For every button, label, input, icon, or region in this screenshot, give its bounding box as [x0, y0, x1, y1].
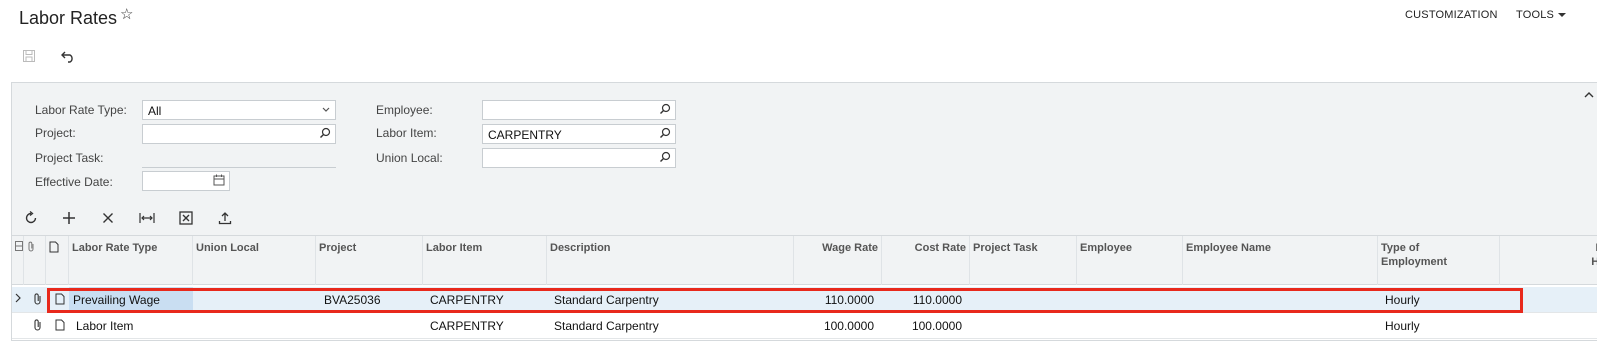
cell-labor-rate-type[interactable]: Labor Item — [72, 313, 193, 338]
row-selector-header-icon[interactable] — [12, 236, 24, 285]
col-employee[interactable]: Employee — [1077, 236, 1183, 285]
chevron-down-icon — [1558, 13, 1567, 18]
cell-labor-item[interactable]: CARPENTRY — [426, 287, 547, 312]
calendar-icon[interactable] — [213, 174, 225, 189]
chevron-up-icon[interactable] — [1583, 87, 1595, 105]
upload-icon[interactable] — [214, 208, 236, 228]
employee-label: Employee: — [376, 103, 433, 117]
cell-employee-name[interactable] — [1183, 287, 1378, 312]
effective-date-input[interactable] — [142, 171, 230, 191]
favorite-star-icon[interactable]: ☆ — [120, 5, 133, 23]
col-labor-item[interactable]: Labor Item — [423, 236, 547, 285]
cell-employee[interactable] — [1077, 287, 1183, 312]
cell-type-of-employment[interactable]: Hourly — [1381, 313, 1500, 338]
effective-date-label: Effective Date: — [35, 175, 113, 189]
chevron-down-icon — [321, 103, 331, 118]
cell-cost-rate[interactable]: 100.0000 — [882, 313, 966, 338]
col-project-task[interactable]: Project Task — [970, 236, 1077, 285]
note-icon[interactable] — [52, 287, 68, 312]
search-icon[interactable] — [319, 127, 331, 142]
cell-employee-name[interactable] — [1183, 313, 1378, 338]
employee-input[interactable] — [482, 100, 676, 120]
fit-columns-icon[interactable] — [136, 208, 158, 228]
col-regular-hours-line3: we — [1503, 269, 1597, 283]
filter-panel: Labor Rate Type: All Project: Project Ta… — [11, 82, 1597, 200]
cell-type-of-employment[interactable]: Hourly — [1381, 287, 1500, 312]
col-employee-name[interactable]: Employee Name — [1183, 236, 1378, 285]
title-bar: Labor Rates ☆ CUSTOMIZATION TOOLS — [0, 0, 1597, 38]
customization-menu[interactable]: CUSTOMIZATION — [1405, 9, 1498, 21]
col-description[interactable]: Description — [547, 236, 794, 285]
tools-menu[interactable]: TOOLS — [1516, 9, 1567, 21]
labor-rate-type-label: Labor Rate Type: — [35, 103, 127, 117]
note-icon[interactable] — [52, 313, 68, 338]
col-regular-hours-line1: Regu — [1503, 241, 1597, 255]
undo-icon[interactable] — [56, 44, 80, 68]
search-icon[interactable] — [659, 103, 671, 118]
attachment-header-icon — [24, 236, 46, 285]
cell-wage-rate[interactable]: 110.0000 — [794, 287, 878, 312]
labor-rate-type-select[interactable]: All — [142, 100, 336, 120]
cell-description[interactable]: Standard Carpentry — [550, 313, 794, 338]
grid-bottom-border — [11, 340, 1597, 341]
export-excel-icon[interactable] — [175, 208, 197, 228]
labor-item-label: Labor Item: — [376, 126, 437, 140]
grid-header: Labor Rate Type Union Local Project Labo… — [12, 235, 1597, 285]
cell-union-local[interactable] — [193, 287, 316, 312]
cell-project-task[interactable] — [970, 287, 1077, 312]
cell-cost-rate[interactable]: 110.0000 — [882, 287, 966, 312]
labor-rate-type-value: All — [148, 104, 162, 118]
cell-union-local[interactable] — [193, 313, 316, 338]
cell-project-task[interactable] — [970, 313, 1077, 338]
cell-project[interactable]: BVA25036 — [320, 287, 423, 312]
col-wage-rate[interactable]: Wage Rate — [794, 236, 882, 285]
col-union-local[interactable]: Union Local — [193, 236, 316, 285]
col-type-of-employment[interactable]: Type of Employment — [1378, 236, 1500, 285]
labor-rates-grid: Labor Rate Type Union Local Project Labo… — [11, 235, 1597, 341]
attachment-icon[interactable] — [30, 287, 46, 312]
union-local-input[interactable] — [482, 148, 676, 168]
cell-employee[interactable] — [1077, 313, 1183, 338]
add-row-icon[interactable] — [58, 208, 80, 228]
cell-labor-rate-type[interactable]: Prevailing Wage — [69, 287, 193, 312]
col-project[interactable]: Project — [316, 236, 423, 285]
cell-description[interactable]: Standard Carpentry — [550, 287, 794, 312]
col-labor-rate-type[interactable]: Labor Rate Type — [69, 236, 193, 285]
table-row[interactable]: Labor Item CARPENTRY Standard Carpentry … — [12, 313, 1597, 339]
labor-item-input[interactable]: CARPENTRY — [482, 124, 676, 144]
cell-wage-rate[interactable]: 100.0000 — [794, 313, 878, 338]
delete-row-icon[interactable] — [97, 208, 119, 228]
search-icon[interactable] — [659, 151, 671, 166]
col-type-of-employment-line2: Employment — [1381, 256, 1448, 268]
tools-menu-label: TOOLS — [1516, 9, 1555, 21]
search-icon[interactable] — [659, 127, 671, 142]
cell-project[interactable] — [320, 313, 423, 338]
union-local-label: Union Local: — [376, 151, 443, 165]
cell-labor-item[interactable]: CARPENTRY — [426, 313, 547, 338]
save-icon[interactable] — [17, 44, 41, 68]
page-title: Labor Rates — [19, 8, 118, 28]
attachment-icon[interactable] — [30, 313, 46, 338]
col-regular-hours-line2: Hours — [1591, 256, 1597, 268]
table-row[interactable]: Prevailing Wage BVA25036 CARPENTRY Stand… — [12, 287, 1597, 313]
col-type-of-employment-line1: Type of — [1381, 242, 1420, 254]
col-cost-rate[interactable]: Cost Rate — [882, 236, 970, 285]
project-task-label: Project Task: — [35, 151, 104, 165]
note-header-icon — [46, 236, 69, 285]
labor-item-value: CARPENTRY — [488, 128, 562, 142]
row-expand-chevron-icon[interactable] — [12, 287, 24, 312]
project-input[interactable] — [142, 124, 336, 144]
col-regular-hours[interactable]: Regu Hours we — [1500, 236, 1597, 285]
grid-toolbar — [11, 200, 1597, 236]
project-task-field — [142, 167, 336, 168]
project-label: Project: — [35, 126, 76, 140]
refresh-icon[interactable] — [20, 208, 42, 228]
